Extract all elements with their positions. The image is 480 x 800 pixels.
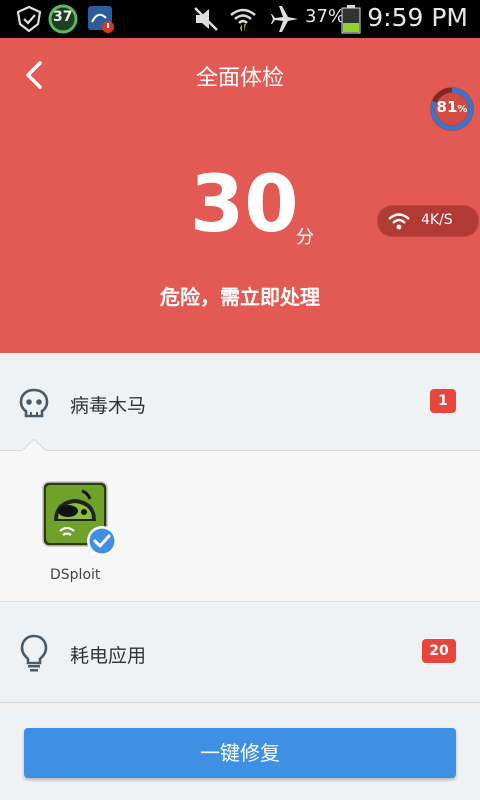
page-title: 全面体检 [195, 66, 284, 91]
shield-app-icon [16, 5, 42, 33]
battery-percent: 37% [305, 6, 346, 27]
section-label: 耗电应用 [70, 645, 147, 667]
speed-text: 4K/S [421, 212, 453, 228]
airplane-icon [271, 6, 298, 32]
score-unit: 分 [296, 227, 314, 248]
wifi-icon [230, 8, 256, 32]
count-badge: 1 [430, 389, 456, 413]
memory-gauge[interactable]: 81% [427, 84, 477, 134]
gauge-unit: % [457, 104, 468, 115]
score-value: 30 [190, 160, 299, 250]
expand-pointer [22, 439, 46, 451]
skull-icon [19, 388, 49, 418]
section-label: 病毒木马 [70, 395, 147, 417]
one-click-fix-button[interactable]: 一键修复 [24, 728, 456, 778]
section-power[interactable]: 耗电应用 20 [0, 602, 480, 703]
status-bar: 37 37% 9:59 PM [0, 0, 480, 38]
checkmark-icon [87, 526, 117, 556]
risk-status: 危险，需立即处理 [160, 285, 320, 309]
count-badge: 20 [422, 639, 456, 663]
detected-apps: DSploit [0, 451, 480, 602]
notification-count: 37 [53, 9, 73, 25]
mute-icon [194, 7, 218, 31]
sync-alert-icon [88, 6, 114, 33]
scan-header: 全面体检 81% 30 分 4K/S 危险，需立即处理 [0, 38, 480, 353]
clock: 9:59 PM [367, 3, 468, 32]
gauge-value: 81 [436, 98, 458, 116]
network-speed-badge[interactable]: 4K/S [377, 205, 479, 237]
battery-icon [341, 5, 361, 34]
gauge-label: 81% [427, 98, 477, 116]
bottom-action-bar: 一键修复 [0, 712, 480, 800]
wifi-icon [388, 213, 410, 230]
section-virus[interactable]: 病毒木马 1 [0, 353, 480, 451]
lightbulb-icon [20, 634, 48, 672]
app-name: DSploit [50, 567, 101, 583]
